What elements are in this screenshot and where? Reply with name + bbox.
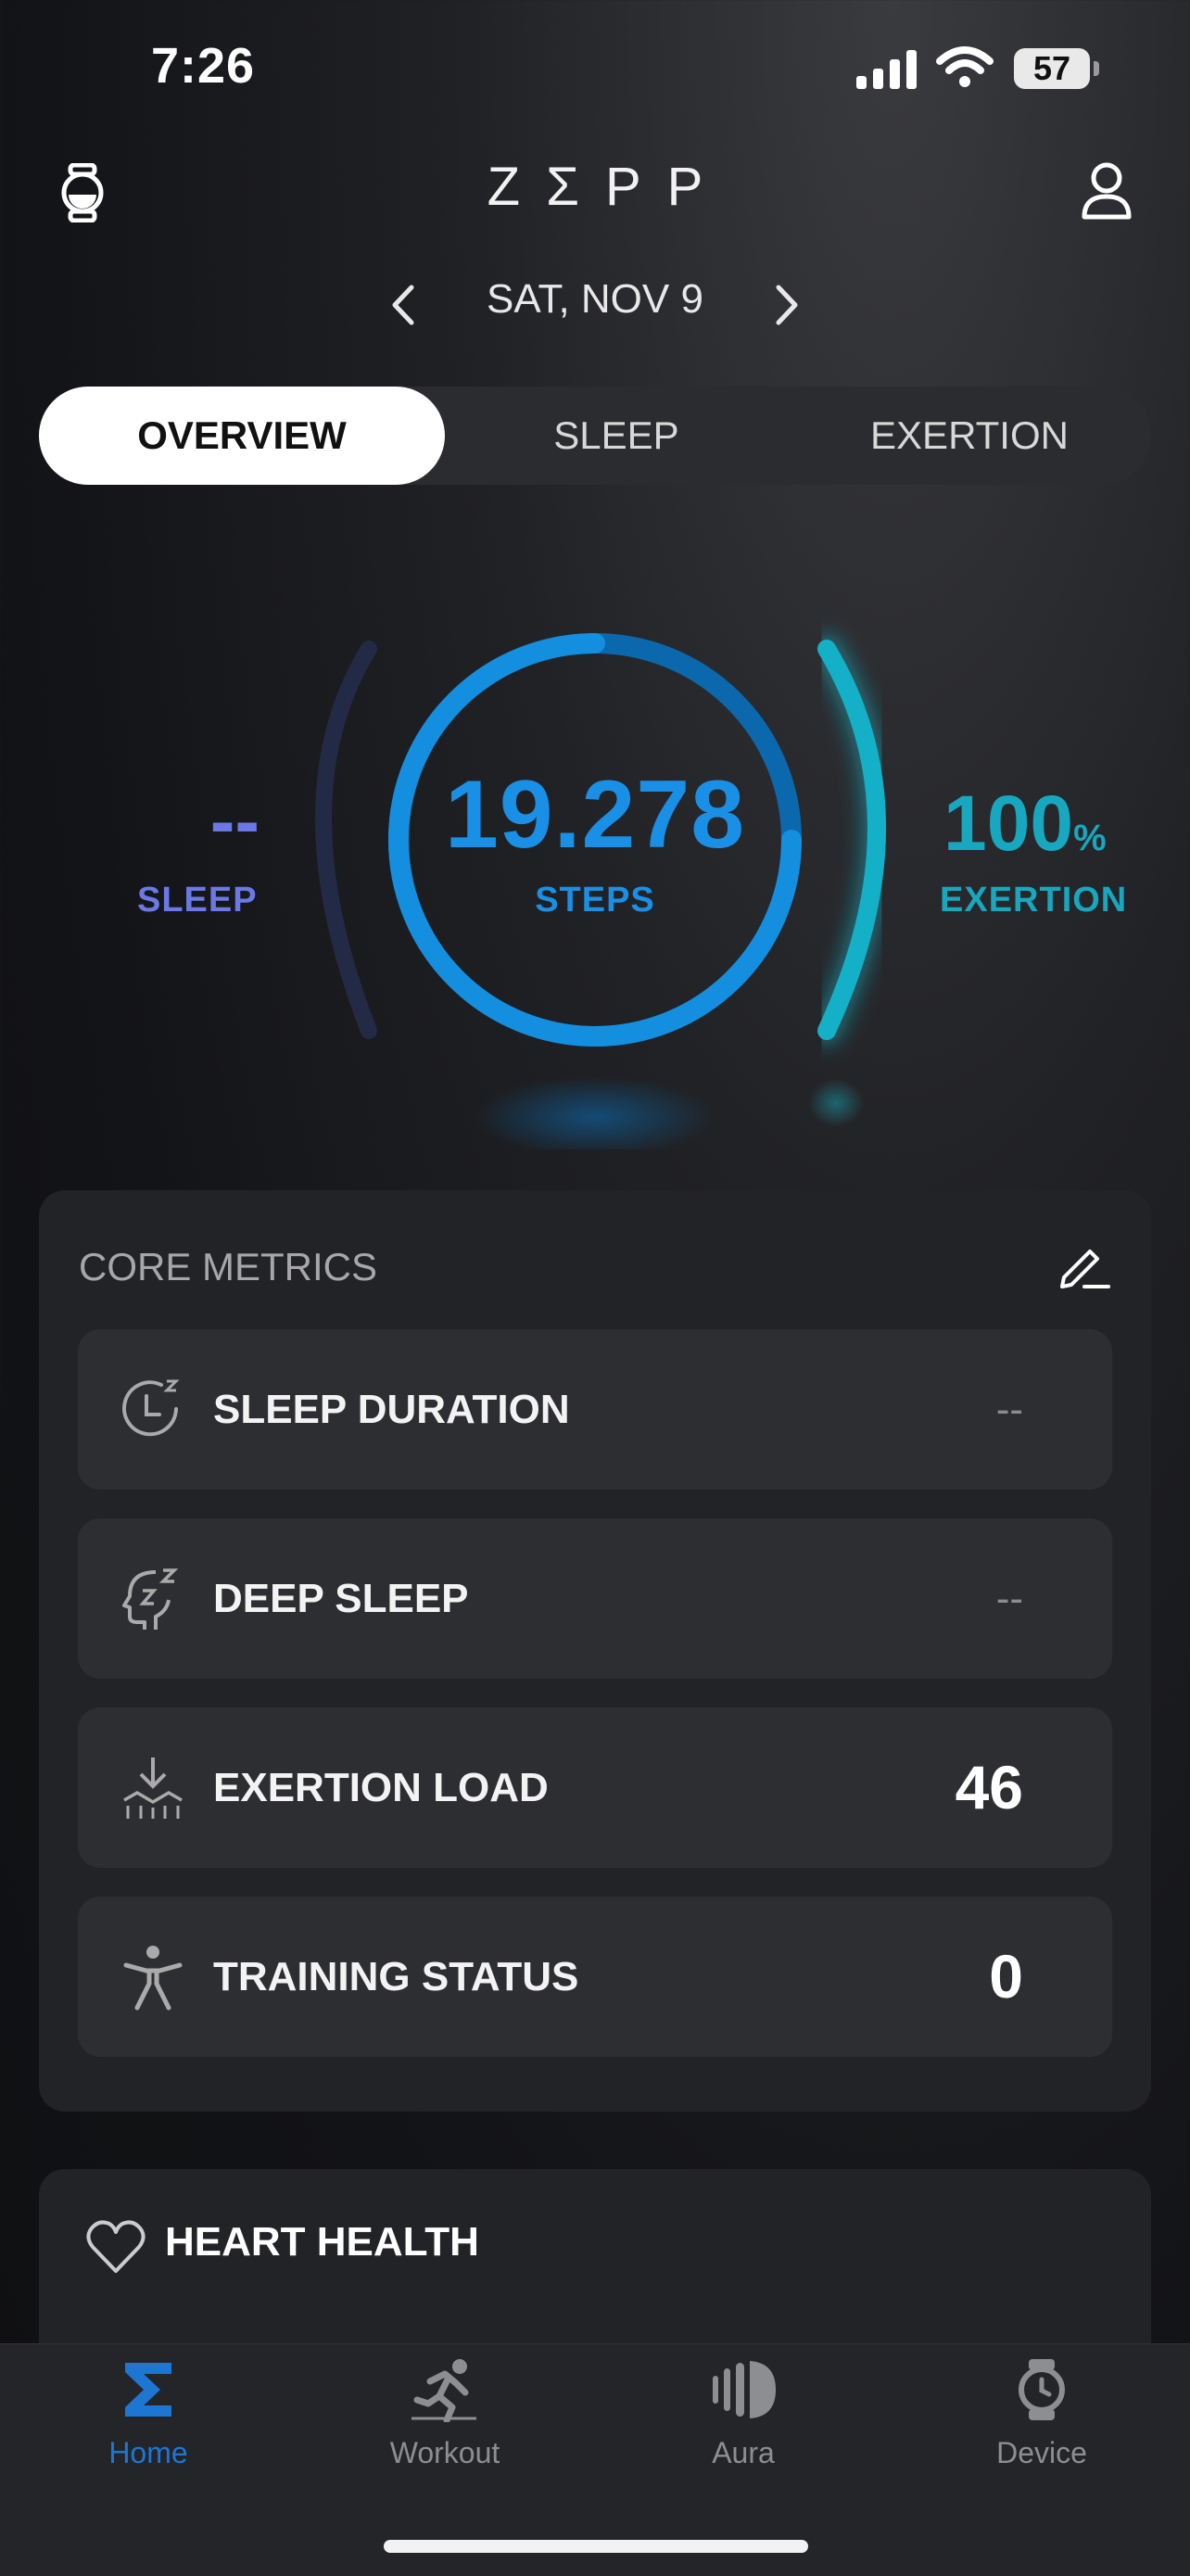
runner-icon: [411, 2359, 476, 2424]
heart-health-title: HEART HEALTH: [165, 2219, 479, 2265]
exertion-arc-reflection: [808, 1079, 864, 1127]
sigma-home-icon: [125, 2363, 171, 2417]
exertion-summary-label: EXERTION: [940, 881, 1128, 920]
exertion-percent-unit: %: [1073, 818, 1107, 858]
profile-icon[interactable]: [1081, 161, 1133, 221]
battery-tip: [1094, 61, 1099, 76]
chevron-right-icon[interactable]: [773, 284, 801, 326]
app-logo: ZΣPP: [487, 157, 729, 217]
watch-device-icon: [1019, 2359, 1065, 2420]
tab-exertion[interactable]: EXERTION: [788, 387, 1151, 485]
metric-value: 0: [989, 1942, 1023, 2011]
nav-label: Workout: [389, 2436, 500, 2469]
tab-overview[interactable]: OVERVIEW: [39, 387, 445, 485]
aura-icon: [713, 2361, 776, 2418]
nav-label: Aura: [712, 2436, 775, 2469]
heart-icon: [86, 2220, 146, 2273]
metric-row-deep-sleep[interactable]: DEEP SLEEP --: [78, 1518, 1112, 1679]
metric-value: --: [995, 1576, 1023, 1621]
edit-pencil-icon[interactable]: [1057, 1238, 1110, 1290]
home-indicator[interactable]: [384, 2540, 808, 2553]
nav-label: Device: [996, 2436, 1087, 2469]
steps-ring-reflection: [475, 1076, 715, 1149]
tab-sleep[interactable]: SLEEP: [445, 387, 788, 485]
metric-value: --: [995, 1387, 1023, 1432]
cellular-signal-icon: [856, 50, 917, 89]
metric-value: 46: [955, 1753, 1023, 1821]
metric-label: TRAINING STATUS: [213, 1954, 579, 1999]
battery-level: 57: [1014, 48, 1090, 89]
segmented-tabs: OVERVIEW SLEEP EXERTION: [39, 387, 1151, 485]
nav-device[interactable]: Device: [949, 2357, 1134, 2470]
sleep-clock-icon: [122, 1379, 180, 1437]
metric-row-training-status[interactable]: TRAINING STATUS 0: [78, 1897, 1112, 2057]
selected-date: SAT, NOV 9: [487, 276, 703, 322]
training-person-icon: [123, 1946, 183, 2011]
wifi-icon: [936, 46, 994, 87]
nav-label: Home: [108, 2436, 188, 2469]
exertion-load-icon: [123, 1758, 183, 1819]
nav-aura[interactable]: Aura: [651, 2357, 836, 2470]
nav-home[interactable]: Home: [56, 2357, 241, 2470]
exertion-summary-value: 100%: [943, 780, 1107, 867]
status-time: 7:26: [151, 38, 256, 94]
core-metrics-title: CORE METRICS: [79, 1245, 378, 1288]
metric-label: EXERTION LOAD: [213, 1765, 549, 1810]
metric-row-exertion-load[interactable]: EXERTION LOAD 46: [78, 1707, 1112, 1868]
deep-sleep-head-icon: [122, 1568, 179, 1630]
metric-row-sleep-duration[interactable]: SLEEP DURATION --: [78, 1329, 1112, 1490]
metric-label: SLEEP DURATION: [213, 1387, 570, 1432]
metric-label: DEEP SLEEP: [213, 1576, 469, 1621]
nav-workout[interactable]: Workout: [352, 2357, 538, 2470]
